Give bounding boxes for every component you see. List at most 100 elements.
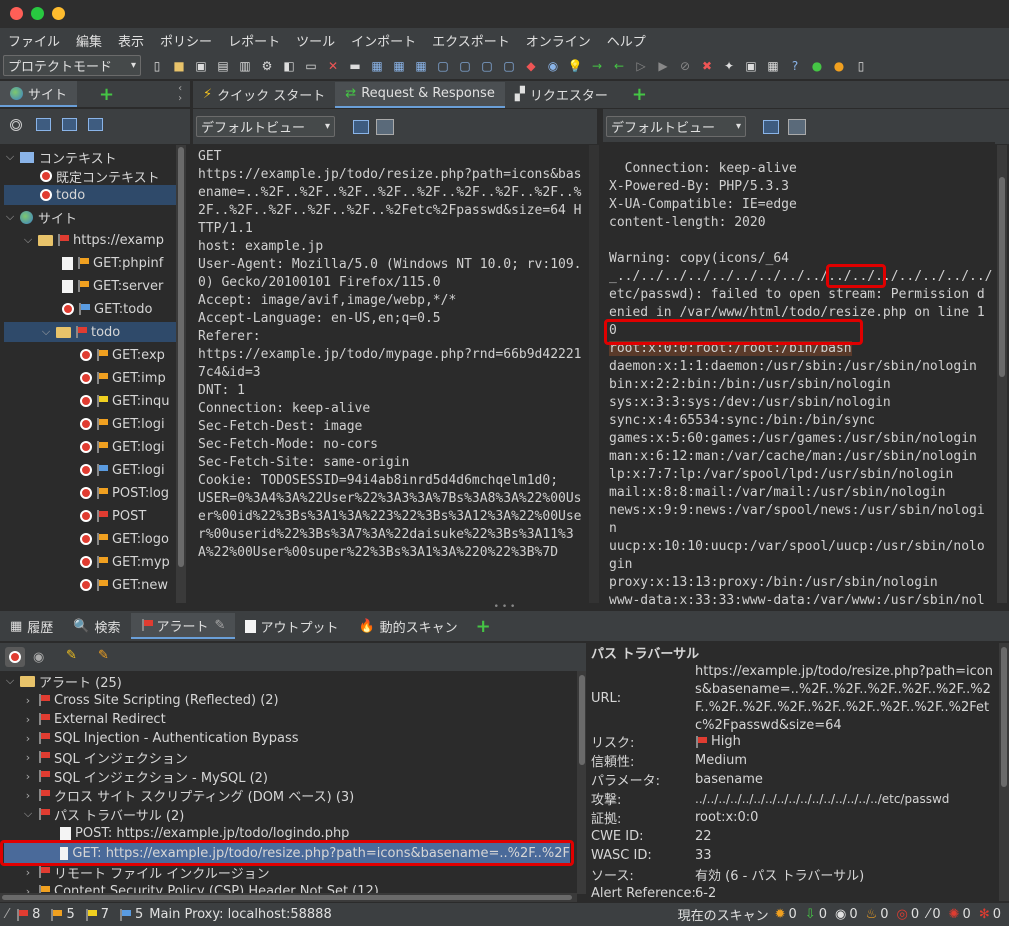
horizontal-splitter[interactable]: • • •: [0, 603, 1009, 612]
scrollbar-thumb[interactable]: [999, 177, 1005, 377]
site-tree-item[interactable]: GET:server: [62, 276, 163, 296]
maximize-window-button[interactable]: [52, 7, 65, 20]
site-tree-item[interactable]: GET:phpinf: [62, 253, 163, 273]
tree-sites[interactable]: ⌵ サイト: [4, 207, 176, 227]
add-tab-plus-icon[interactable]: +: [476, 616, 491, 637]
forced-browse-icon[interactable]: ▣: [743, 58, 759, 74]
menu-export[interactable]: エクスポート: [432, 31, 510, 50]
response-view-select[interactable]: デフォルトビュー ▾: [606, 116, 746, 137]
site-tree-item[interactable]: GET:logi: [80, 460, 165, 480]
menu-tools[interactable]: ツール: [296, 31, 335, 50]
site-tree-item[interactable]: GET:inqu: [80, 391, 170, 411]
menu-edit[interactable]: 編集: [76, 31, 102, 50]
new-session-icon[interactable]: ▯: [149, 58, 165, 74]
response-scrollbar[interactable]: [997, 145, 1007, 603]
add-tab-plus-icon[interactable]: +: [99, 84, 114, 105]
scrollbar-thumb[interactable]: [579, 675, 585, 765]
site-tree-item[interactable]: GET:imp: [80, 368, 166, 388]
tab-alerts[interactable]: アラート ✎: [130, 613, 236, 639]
new-context-icon[interactable]: [36, 118, 51, 131]
tree-contexts[interactable]: ⌵ コンテキスト: [4, 147, 176, 167]
request-view-select[interactable]: デフォルトビュー ▾: [196, 116, 335, 137]
site-tree-item[interactable]: GET:exp: [80, 345, 165, 365]
layout-full-icon[interactable]: ▬: [347, 58, 363, 74]
export-context-icon[interactable]: [88, 118, 103, 131]
site-tree-item[interactable]: GET:logo: [80, 529, 169, 549]
break-response-icon[interactable]: ←: [611, 58, 627, 74]
tree-host[interactable]: ⌵ https://examp: [22, 230, 176, 250]
add-tab-plus-icon[interactable]: +: [632, 84, 647, 105]
layout-vertical-icon[interactable]: ▦: [391, 58, 407, 74]
scrollbar-thumb[interactable]: [178, 147, 184, 567]
menu-online[interactable]: オンライン: [526, 31, 591, 50]
request-only-icon[interactable]: ▢: [435, 58, 451, 74]
split-vertical-icon[interactable]: [376, 119, 394, 135]
response-only-icon[interactable]: ▢: [457, 58, 473, 74]
spider-icon[interactable]: ✦: [721, 58, 737, 74]
import-context-icon[interactable]: [62, 118, 77, 131]
tree-todo-context[interactable]: todo: [4, 185, 176, 205]
split-horizontal-icon[interactable]: [353, 120, 369, 134]
minimize-window-button[interactable]: [31, 7, 44, 20]
open-session-icon[interactable]: ■: [171, 58, 187, 74]
session-properties-icon[interactable]: ▥: [237, 58, 253, 74]
request-text[interactable]: GET https://example.jp/todo/resize.php?p…: [193, 147, 589, 603]
site-tree-item[interactable]: ⌵ todo: [4, 322, 176, 342]
tab-active-scan[interactable]: 🔥 動的スキャン: [348, 613, 467, 639]
menu-report[interactable]: レポート: [228, 31, 280, 50]
split-vertical-icon[interactable]: [788, 119, 806, 135]
detail-scrollbar[interactable]: [999, 643, 1009, 901]
site-tree-item[interactable]: GET:logi: [80, 414, 165, 434]
tab-sites[interactable]: サイト: [0, 81, 78, 107]
tree-default-context[interactable]: 既定コンテキスト: [40, 166, 176, 186]
split-horizontal-icon[interactable]: [763, 120, 779, 134]
alert-group[interactable]: › SQL Injection - Authentication Bypass: [22, 728, 299, 748]
alert-group[interactable]: › SQL インジェクション - MySQL (2): [22, 766, 268, 786]
menu-policy[interactable]: ポリシー: [160, 31, 212, 50]
target-icon[interactable]: [10, 119, 22, 131]
alerts-hscrollbar[interactable]: [0, 893, 577, 902]
response-text[interactable]: Connection: keep-alive X-Powered-By: PHP…: [603, 142, 995, 605]
options-gear-icon[interactable]: ⚙: [259, 58, 275, 74]
site-tree-item[interactable]: GET:myp: [80, 552, 170, 572]
scope-icon[interactable]: ◆: [523, 58, 539, 74]
tab-request-response[interactable]: ⇄ Request & Response: [335, 81, 505, 108]
site-tree-item[interactable]: GET:logi: [80, 437, 165, 457]
marketplace-icon[interactable]: ●: [809, 58, 825, 74]
save-session-icon[interactable]: ▣: [193, 58, 209, 74]
alert-group[interactable]: ⌵ パス トラバーサル (2): [22, 804, 184, 824]
close-window-button[interactable]: [10, 7, 23, 20]
tab-scroll-chevron-icon[interactable]: ‹ ›: [178, 84, 182, 104]
hide-tabs-icon[interactable]: ✕: [325, 58, 341, 74]
snapshot-icon[interactable]: ▤: [215, 58, 231, 74]
delete-alerts-icon[interactable]: ✎: [98, 648, 109, 663]
alert-group[interactable]: › External Redirect: [22, 709, 166, 729]
tab-search[interactable]: 🔍 検索: [63, 613, 130, 639]
filter-icon[interactable]: ◉: [33, 650, 44, 665]
layout-tabs-icon[interactable]: ▦: [413, 58, 429, 74]
drop-icon[interactable]: ⊘: [677, 58, 693, 74]
menu-import[interactable]: インポート: [351, 31, 416, 50]
mode-select[interactable]: プロテクトモード ▾: [3, 55, 141, 76]
site-tree-item[interactable]: POST:log: [80, 483, 169, 503]
scrollbar-thumb[interactable]: [1001, 647, 1007, 787]
tab-output[interactable]: アウトプット: [235, 613, 348, 639]
fuzzer-icon[interactable]: ▦: [765, 58, 781, 74]
split-view-alt-icon[interactable]: ▢: [501, 58, 517, 74]
show-tabs-icon[interactable]: ▭: [303, 58, 319, 74]
step-icon[interactable]: ▷: [633, 58, 649, 74]
alert-group[interactable]: › Cross Site Scripting (Reflected) (2): [22, 690, 279, 710]
site-tree-item[interactable]: GET:todo: [62, 299, 152, 319]
alert-group[interactable]: › クロス サイト スクリプティング (DOM ベース) (3): [22, 785, 354, 805]
split-view-icon[interactable]: ▢: [479, 58, 495, 74]
edit-alert-icon[interactable]: ✎: [66, 648, 77, 663]
site-tree-item[interactable]: GET:new: [80, 575, 168, 595]
firefox-icon[interactable]: ●: [831, 58, 847, 74]
hud-icon[interactable]: ◉: [545, 58, 561, 74]
notes-icon[interactable]: ▯: [853, 58, 869, 74]
site-tree-scrollbar[interactable]: [176, 145, 186, 603]
tab-quick-start[interactable]: ⚡ クイック スタート: [193, 82, 335, 108]
layout-icon[interactable]: ◧: [281, 58, 297, 74]
tab-history[interactable]: ▦ 履歴: [0, 613, 63, 639]
menu-file[interactable]: ファイル: [8, 31, 60, 50]
